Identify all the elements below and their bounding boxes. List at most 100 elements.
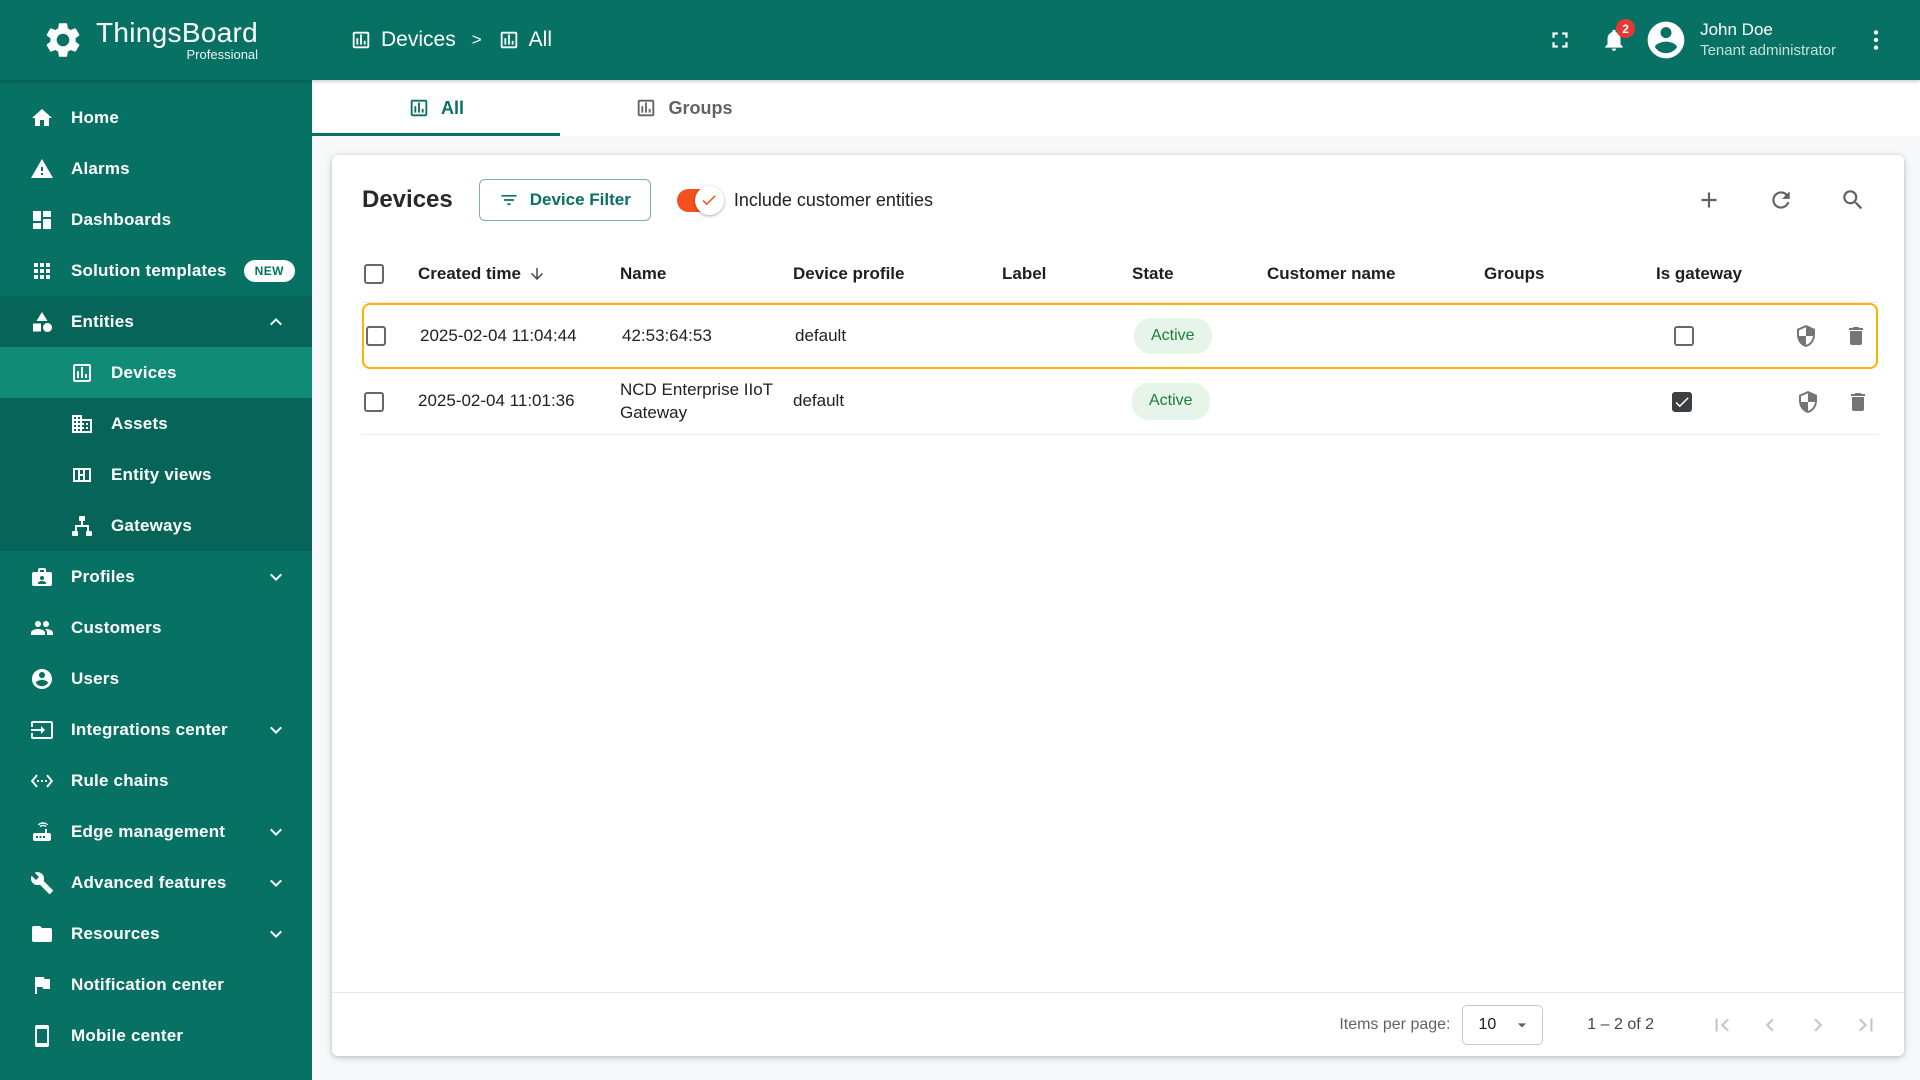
sidebar-item-label: Resources xyxy=(71,923,160,943)
vertical-dots-icon xyxy=(1863,27,1889,53)
sidebar-item-mobile-center[interactable]: Mobile center xyxy=(0,1010,312,1061)
cell-name: 42:53:64:53 xyxy=(622,325,712,345)
sidebar-item-label: Mobile center xyxy=(71,1025,184,1045)
previous-page-icon xyxy=(1757,1012,1783,1038)
fullscreen-button[interactable] xyxy=(1536,16,1584,64)
card-toolbar: Devices Device Filter Include customer e… xyxy=(332,155,1904,245)
devices-icon xyxy=(350,29,372,51)
table-pagination-bar: Items per page: 10 1 – 2 of 2 xyxy=(332,992,1904,1056)
column-header-name[interactable]: Name xyxy=(620,264,793,284)
next-page-icon xyxy=(1805,1012,1831,1038)
delete-device-button[interactable] xyxy=(1838,318,1874,354)
table-row[interactable]: 2025-02-04 11:04:44 42:53:64:53 default … xyxy=(362,303,1878,369)
people-icon xyxy=(30,616,54,640)
sidebar-item-customers[interactable]: Customers xyxy=(0,602,312,653)
chevron-up-icon xyxy=(264,310,288,334)
device-security-button[interactable] xyxy=(1790,384,1826,420)
sidebar-item-dashboards[interactable]: Dashboards xyxy=(0,194,312,245)
sidebar-item-rule-chains[interactable]: Rule chains xyxy=(0,755,312,806)
more-menu-button[interactable] xyxy=(1852,16,1900,64)
sidebar-item-solution-templates[interactable]: Solution templates NEW xyxy=(0,245,312,296)
notifications-button[interactable]: 2 xyxy=(1590,16,1638,64)
cell-created-time: 2025-02-04 11:04:44 xyxy=(420,325,577,345)
breadcrumb-devices[interactable]: Devices xyxy=(350,28,456,52)
next-page-button[interactable] xyxy=(1796,1003,1840,1047)
search-button[interactable] xyxy=(1830,177,1876,223)
breadcrumb-label: All xyxy=(528,28,552,51)
is-gateway-checkbox[interactable] xyxy=(1672,391,1692,412)
fullscreen-icon xyxy=(1547,27,1573,53)
include-customer-entities-toggle[interactable]: Include customer entities xyxy=(676,185,933,215)
topbar: ThingsBoard Professional Devices > All 2 xyxy=(0,0,1920,80)
sidebar-item-api-usage[interactable]: API usage xyxy=(0,1061,312,1080)
chevron-down-icon xyxy=(264,718,288,742)
account-circle-icon xyxy=(1644,18,1688,62)
column-header-is-gateway[interactable]: Is gateway xyxy=(1656,264,1786,284)
table-row[interactable]: 2025-02-04 11:01:36 NCD Enterprise IIoT … xyxy=(362,369,1878,435)
first-page-button[interactable] xyxy=(1700,1003,1744,1047)
flag-icon xyxy=(30,973,54,997)
sidebar-item-integrations-center[interactable]: Integrations center xyxy=(0,704,312,755)
device-security-button[interactable] xyxy=(1788,318,1824,354)
column-header-created-time[interactable]: Created time xyxy=(418,264,620,284)
tab-groups[interactable]: Groups xyxy=(560,80,808,136)
sidebar-item-users[interactable]: Users xyxy=(0,653,312,704)
column-header-label: Device profile xyxy=(793,263,905,283)
row-checkbox[interactable] xyxy=(366,326,386,346)
sidebar-item-label: API usage xyxy=(71,1077,155,1080)
column-header-label[interactable]: Label xyxy=(1002,264,1132,284)
content-area: Devices Device Filter Include customer e… xyxy=(312,136,1920,1080)
tools-icon xyxy=(30,871,54,895)
check-icon xyxy=(1673,393,1691,411)
cell-device-profile: default xyxy=(793,391,845,411)
device-filter-button[interactable]: Device Filter xyxy=(478,179,651,221)
refresh-button[interactable] xyxy=(1758,177,1804,223)
breadcrumb: Devices > All xyxy=(350,28,552,52)
sidebar-item-profiles[interactable]: Profiles xyxy=(0,551,312,602)
row-checkbox[interactable] xyxy=(364,391,384,412)
sidebar-item-home[interactable]: Home xyxy=(0,92,312,143)
sidebar-item-resources[interactable]: Resources xyxy=(0,908,312,959)
building-icon xyxy=(70,412,94,436)
devices-group-icon xyxy=(498,29,520,51)
sidebar-item-alarms[interactable]: Alarms xyxy=(0,143,312,194)
tab-all[interactable]: All xyxy=(312,80,560,136)
last-page-icon xyxy=(1853,1012,1879,1038)
column-header-label: Name xyxy=(620,263,667,283)
cell-name: NCD Enterprise IIoT Gateway xyxy=(620,380,773,422)
notification-count-badge: 2 xyxy=(1616,19,1636,38)
last-page-button[interactable] xyxy=(1844,1003,1888,1047)
column-header-device-profile[interactable]: Device profile xyxy=(793,264,1002,284)
router-icon xyxy=(30,820,54,844)
sidebar-item-assets[interactable]: Assets xyxy=(0,398,312,449)
select-all-checkbox[interactable] xyxy=(364,263,384,284)
sidebar-item-label: Edge management xyxy=(71,821,226,841)
sidebar: Home Alarms Dashboards Solution template… xyxy=(0,80,312,1080)
toggle-track xyxy=(676,185,724,215)
sidebar-item-notification-center[interactable]: Notification center xyxy=(0,959,312,1010)
sidebar-item-edge-management[interactable]: Edge management xyxy=(0,806,312,857)
delete-device-button[interactable] xyxy=(1840,384,1876,420)
sidebar-item-entities[interactable]: Entities xyxy=(0,296,312,347)
add-device-button[interactable] xyxy=(1686,177,1732,223)
trash-icon xyxy=(1846,390,1870,414)
topbar-right: 2 John Doe Tenant administrator xyxy=(1536,16,1920,64)
sidebar-item-devices[interactable]: Devices xyxy=(0,347,312,398)
app-logo[interactable]: ThingsBoard Professional xyxy=(0,18,312,61)
sidebar-item-entity-views[interactable]: Entity views xyxy=(0,449,312,500)
column-header-groups[interactable]: Groups xyxy=(1484,264,1656,284)
user-avatar[interactable] xyxy=(1644,18,1688,62)
column-header-label: Customer name xyxy=(1267,263,1396,283)
column-header-state[interactable]: State xyxy=(1132,264,1267,284)
is-gateway-checkbox[interactable] xyxy=(1674,326,1694,346)
column-header-customer-name[interactable]: Customer name xyxy=(1267,264,1484,284)
code-brackets-icon xyxy=(30,769,54,793)
previous-page-button[interactable] xyxy=(1748,1003,1792,1047)
sidebar-item-label: Gateways xyxy=(111,515,192,535)
tab-label: All xyxy=(440,97,464,118)
breadcrumb-all[interactable]: All xyxy=(498,28,552,52)
smartphone-icon xyxy=(30,1024,54,1048)
sidebar-item-gateways[interactable]: Gateways xyxy=(0,500,312,551)
items-per-page-select[interactable]: 10 xyxy=(1462,1004,1544,1045)
sidebar-item-advanced-features[interactable]: Advanced features xyxy=(0,857,312,908)
